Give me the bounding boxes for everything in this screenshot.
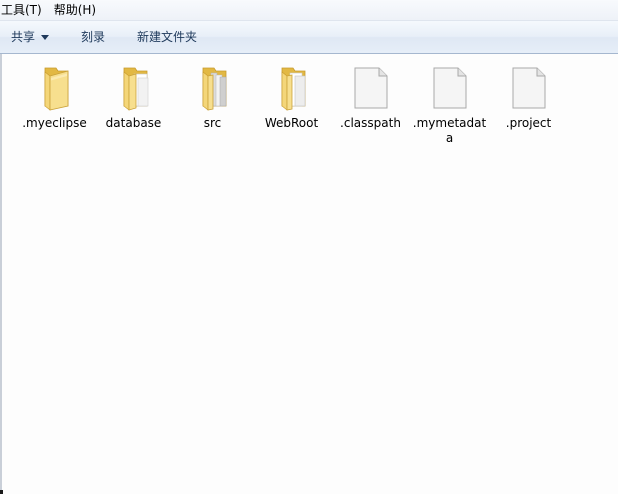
menu-help[interactable]: 帮助(H) [48, 0, 102, 21]
folder-icon [44, 67, 68, 111]
file-items: .myeclipse database src WebRoot .classpa… [15, 60, 568, 146]
file-item-label: WebRoot [264, 116, 319, 130]
folder-icon [202, 67, 226, 111]
new-folder-button-label: 新建文件夹 [137, 30, 198, 44]
new-folder-button[interactable]: 新建文件夹 [127, 25, 207, 49]
file-item-label: .myeclipse [22, 116, 87, 130]
file-item-label: .project [505, 116, 552, 130]
file-item[interactable]: src [173, 60, 252, 146]
file-item[interactable]: database [94, 60, 173, 146]
pane-left-border [0, 54, 2, 494]
file-list-pane[interactable]: .myeclipse database src WebRoot .classpa… [0, 54, 618, 494]
folder-icon [281, 67, 305, 111]
file-item[interactable]: .project [489, 60, 568, 146]
share-button-label: 共享 [11, 30, 36, 44]
file-item-label: database [105, 116, 162, 130]
file-icon [354, 67, 387, 109]
file-item-label: src [203, 116, 222, 130]
file-item-label: .classpath [340, 116, 401, 130]
burn-button[interactable]: 刻录 [71, 25, 115, 49]
file-item[interactable]: .mymetadata [410, 60, 489, 146]
file-item[interactable]: .classpath [331, 60, 410, 146]
pane-corner-mark [0, 490, 3, 494]
file-item[interactable]: WebRoot [252, 60, 331, 146]
chevron-down-icon [41, 34, 50, 40]
burn-button-label: 刻录 [81, 30, 106, 44]
file-icon [433, 67, 466, 109]
file-item-label: .mymetadata [412, 116, 487, 145]
file-icon [512, 67, 545, 109]
share-button[interactable]: 共享 [0, 25, 59, 49]
explorer-window: 工具(T) 帮助(H) 共享 刻录 新建文件夹 .myeclipse datab… [0, 0, 618, 494]
folder-icon [123, 67, 148, 111]
menu-tools[interactable]: 工具(T) [0, 0, 48, 21]
menu-bar: 工具(T) 帮助(H) [0, 0, 618, 21]
file-item[interactable]: .myeclipse [15, 60, 94, 146]
command-bar: 共享 刻录 新建文件夹 [0, 21, 618, 54]
